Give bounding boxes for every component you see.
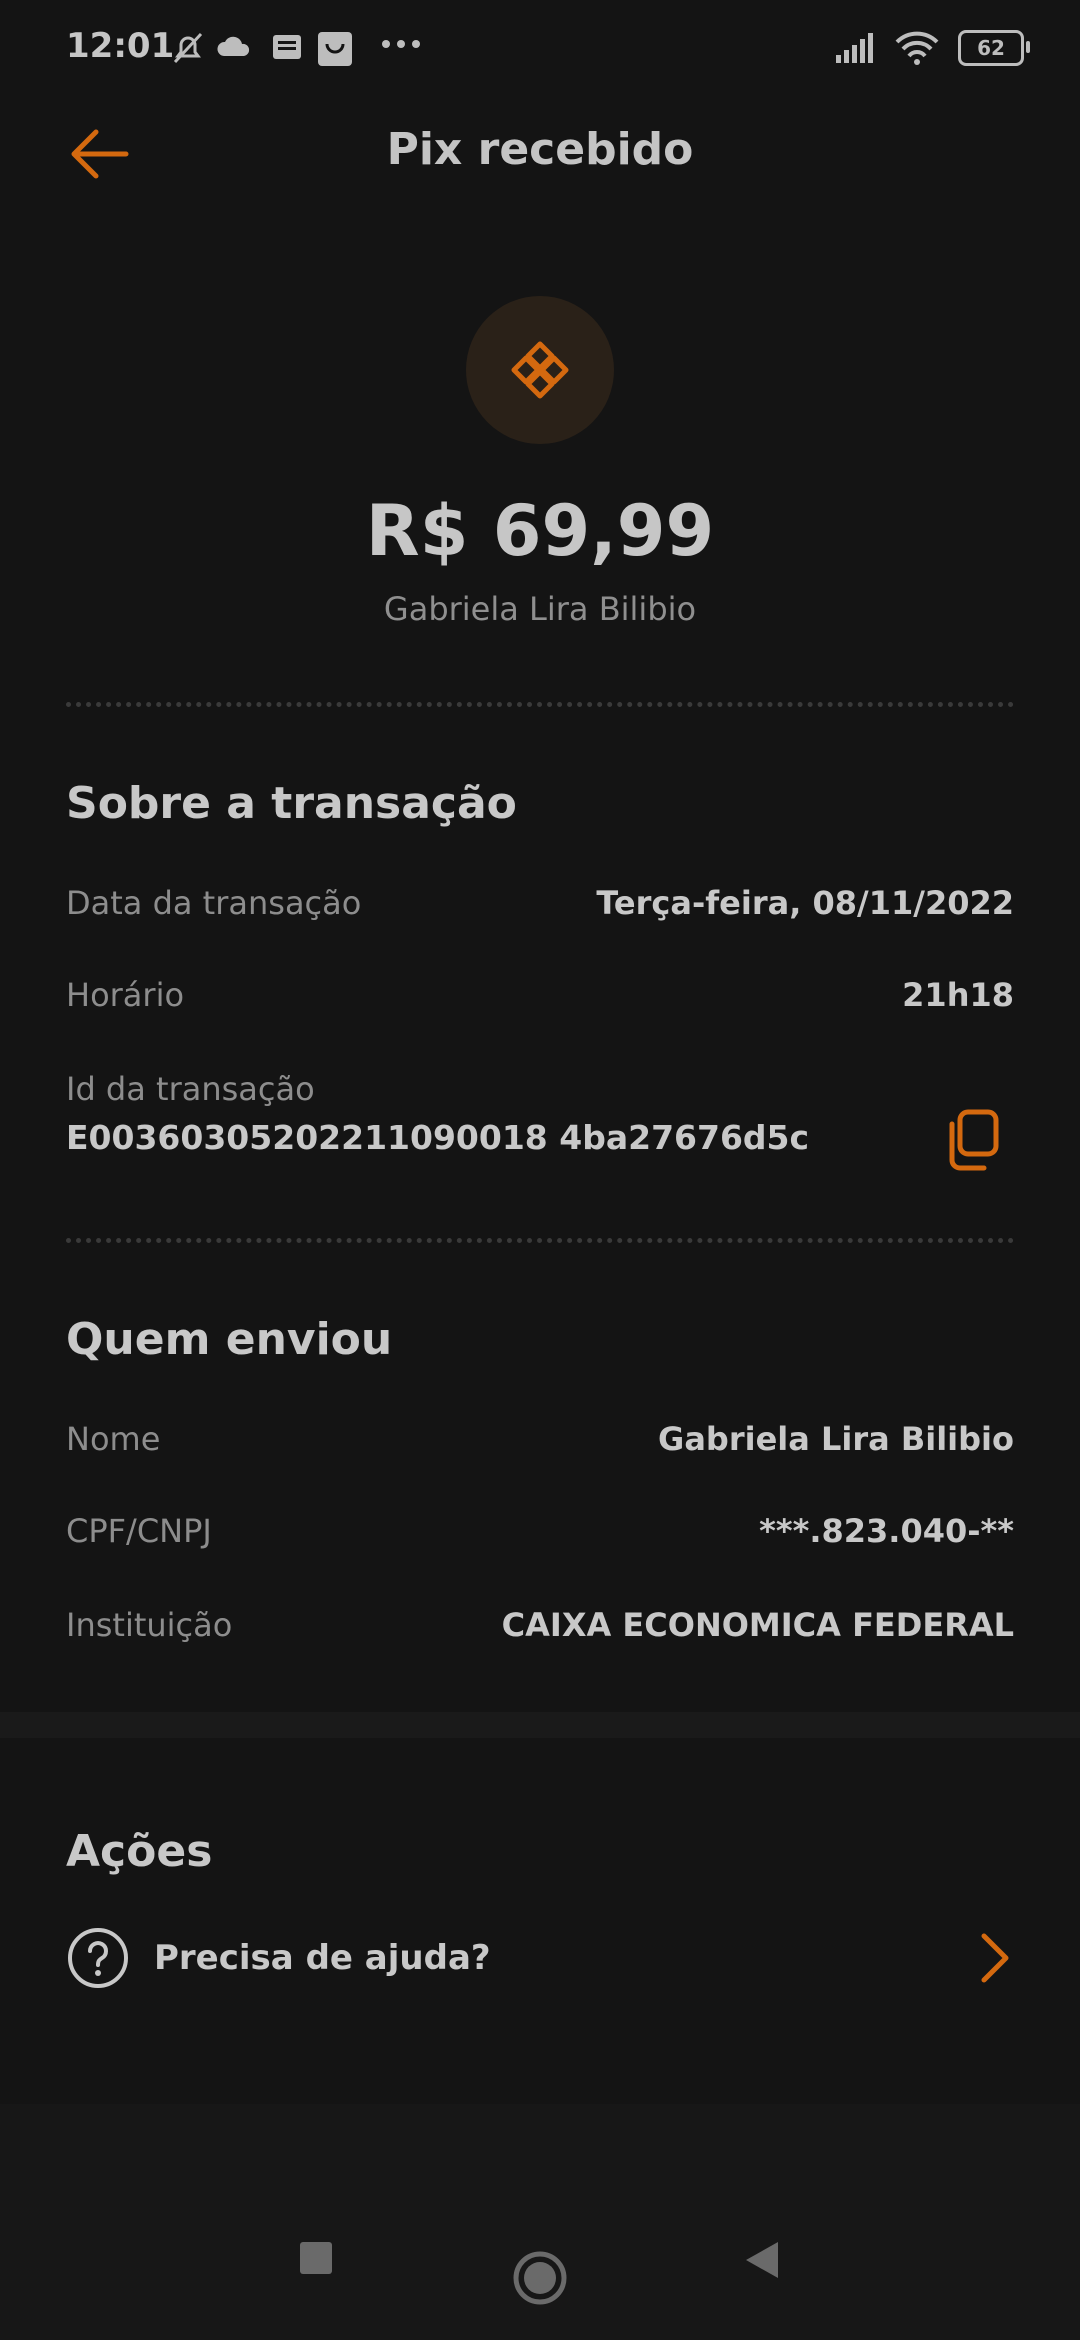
news-icon: [273, 35, 301, 59]
row-value: ***.823.040-**: [759, 1512, 1014, 1550]
chevron-right-icon: [981, 1933, 1009, 1983]
pix-icon-badge: [466, 296, 614, 444]
divider: [66, 1238, 1014, 1243]
row-transaction-date: Data da transação Terça-feira, 08/11/202…: [66, 884, 1014, 934]
copy-icon[interactable]: [944, 1108, 1004, 1172]
recents-icon[interactable]: [298, 2240, 334, 2276]
shop-icon: [318, 32, 352, 66]
help-label: Precisa de ajuda?: [154, 1938, 491, 1978]
pix-icon: [511, 341, 569, 399]
page-title: Pix recebido: [386, 124, 694, 175]
row-label: CPF/CNPJ: [66, 1512, 212, 1550]
row-transaction-time: Horário 21h18: [66, 976, 1014, 1026]
help-item[interactable]: Precisa de ajuda?: [66, 1920, 1014, 2000]
row-sender-institution: Instituição CAIXA ECONOMICA FEDERAL: [66, 1606, 1014, 1656]
section-title-sender: Quem enviou: [66, 1314, 393, 1365]
transaction-id-label: Id da transação: [66, 1070, 315, 1108]
amount: R$ 69,99: [365, 490, 715, 572]
status-bar: 12:01 62: [0, 0, 1080, 100]
row-value: Gabriela Lira Bilibio: [658, 1420, 1014, 1458]
more-dots-icon: [382, 40, 420, 48]
transaction-id-value: E00360305202211090018 4ba27676d5c: [66, 1118, 810, 1157]
bell-off-icon: [173, 32, 203, 64]
sender-name-summary: Gabriela Lira Bilibio: [383, 590, 697, 628]
row-label: Nome: [66, 1420, 161, 1458]
wifi-icon: [895, 31, 939, 65]
row-label: Data da transação: [66, 884, 362, 922]
home-icon[interactable]: [512, 2250, 568, 2306]
row-value: CAIXA ECONOMICA FEDERAL: [501, 1606, 1014, 1644]
status-time: 12:01: [66, 26, 175, 66]
section-separator: [0, 1712, 1080, 1738]
divider: [66, 702, 1014, 707]
battery-level: 62: [977, 36, 1005, 60]
row-label: Horário: [66, 976, 185, 1014]
battery-icon: 62: [958, 30, 1030, 66]
help-icon: [68, 1928, 128, 1988]
section-title-actions: Ações: [66, 1826, 213, 1877]
row-value: Terça-feira, 08/11/2022: [596, 884, 1014, 922]
back-nav-icon[interactable]: [744, 2240, 780, 2280]
signal-icon: [836, 33, 873, 63]
row-sender-name: Nome Gabriela Lira Bilibio: [66, 1420, 1014, 1470]
section-title-transaction: Sobre a transação: [66, 778, 517, 829]
cloud-icon: [217, 36, 250, 56]
row-label: Instituição: [66, 1606, 233, 1644]
row-value: 21h18: [902, 976, 1014, 1014]
row-sender-document: CPF/CNPJ ***.823.040-**: [66, 1512, 1014, 1562]
